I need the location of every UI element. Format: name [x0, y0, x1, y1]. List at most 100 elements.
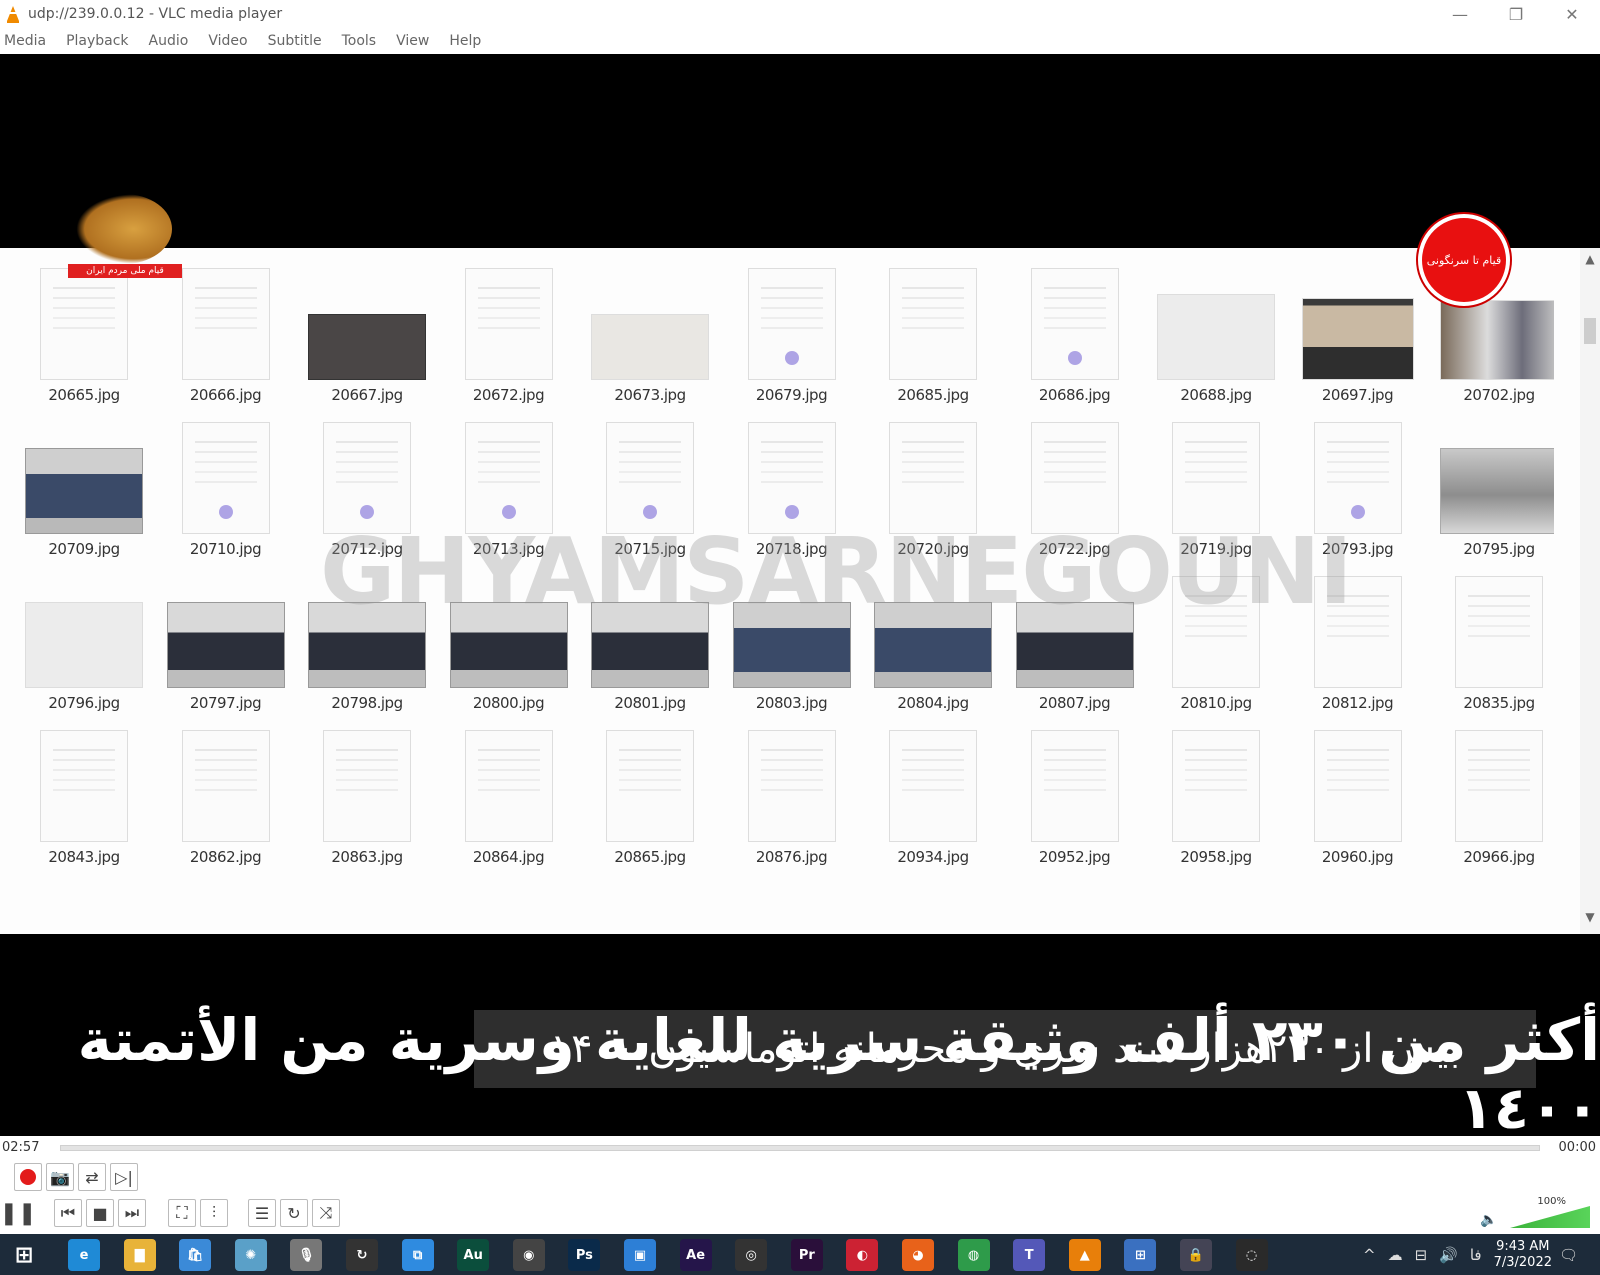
frame-step-button[interactable]: ▷|	[110, 1163, 138, 1191]
file-name: 20709.jpg	[48, 540, 120, 558]
menu-subtitle[interactable]: Subtitle	[268, 33, 322, 49]
record-icon	[20, 1169, 36, 1185]
scroll-up-icon: ▲	[1585, 252, 1595, 266]
app-bird-icon[interactable]: ✺	[234, 1239, 267, 1271]
menu-bar: Media Playback Audio Video Subtitle Tool…	[0, 28, 1600, 54]
close-button[interactable]: ✕	[1544, 0, 1600, 28]
chrome-like-icon[interactable]: ◐	[846, 1239, 879, 1271]
start-button[interactable]: ⊞	[8, 1239, 40, 1271]
menu-tools[interactable]: Tools	[342, 33, 377, 49]
volume-level-fill	[1510, 1206, 1590, 1228]
loop-ab-icon: ⇄	[85, 1167, 99, 1187]
audition-icon[interactable]: Au	[457, 1239, 490, 1271]
menu-playback[interactable]: Playback	[66, 33, 128, 49]
lion-icon	[76, 194, 172, 264]
file-name: 20672.jpg	[472, 386, 545, 404]
restore-button[interactable]: ❐	[1488, 0, 1544, 28]
file-name: 20812.jpg	[1321, 694, 1394, 712]
obs-icon[interactable]: ◎	[735, 1239, 768, 1271]
file-thumbnail	[889, 730, 977, 842]
after-effects-icon[interactable]: Ae	[679, 1239, 712, 1271]
network-app-icon[interactable]: ⊞	[1124, 1239, 1157, 1271]
file-tile-partial	[1429, 874, 1554, 934]
file-name: 20795.jpg	[1463, 540, 1535, 558]
menu-video[interactable]: Video	[208, 33, 247, 49]
frame-step-icon: ▷|	[115, 1167, 133, 1187]
lion-logo-banner: قیام ملی مردم ایران	[68, 264, 182, 278]
mic-icon[interactable]: 🎙	[290, 1239, 323, 1271]
remaining-time[interactable]: 00:00	[1559, 1140, 1596, 1155]
spinner-icon[interactable]: ↻	[346, 1239, 378, 1271]
record-button[interactable]	[14, 1163, 42, 1191]
loop-button[interactable]: ↻	[280, 1199, 308, 1227]
video-surface[interactable]: 20665.jpg 20666.jpg 20667.jpg 20672.jpg 2067…	[0, 54, 1600, 1136]
extended-settings-button[interactable]: ⫶	[200, 1199, 228, 1227]
edge-icon[interactable]: e	[68, 1239, 100, 1271]
file-name: 20798.jpg	[331, 694, 403, 712]
fullscreen-button[interactable]: ⛶	[168, 1199, 196, 1227]
stop-button[interactable]: ■	[86, 1199, 114, 1227]
file-name: 20673.jpg	[614, 386, 686, 404]
file-name: 20679.jpg	[755, 386, 828, 404]
photoshop-icon[interactable]: Ps	[568, 1239, 601, 1271]
teams-icon[interactable]: T	[1013, 1239, 1046, 1271]
pause-button[interactable]: ❚❚	[0, 1199, 36, 1227]
chrome-icon[interactable]: ◍	[957, 1239, 990, 1271]
shuffle-button[interactable]: ⤨	[312, 1199, 340, 1227]
next-button[interactable]: ⏭	[118, 1199, 146, 1227]
file-name: 20697.jpg	[1321, 386, 1394, 404]
file-name: 20797.jpg	[189, 694, 262, 712]
vpn-icon[interactable]: 🔒	[1180, 1239, 1212, 1271]
file-tile: 20797.jpg	[156, 566, 296, 718]
notification-icon[interactable]: 🗨	[1559, 1246, 1578, 1264]
lion-sun-logo: قیام ملی مردم ایران	[68, 194, 182, 284]
seek-slider[interactable]	[60, 1145, 1540, 1151]
file-thumbnail	[1030, 730, 1119, 842]
minimize-button[interactable]: —	[1432, 0, 1488, 28]
tray-chevron-icon[interactable]: ^	[1363, 1246, 1376, 1264]
menu-view[interactable]: View	[396, 33, 429, 49]
file-thumbnail	[25, 602, 143, 688]
menu-media[interactable]: Media	[4, 33, 46, 49]
file-thumbnail	[591, 314, 709, 380]
language-indicator[interactable]: فا	[1470, 1246, 1482, 1264]
file-thumbnail	[40, 268, 128, 380]
seek-bar-area: 02:57 00:00	[0, 1136, 1600, 1158]
obs-studio-icon[interactable]: ◌	[1235, 1239, 1268, 1271]
captured-file-browser: 20665.jpg 20666.jpg 20667.jpg 20672.jpg 2067…	[0, 248, 1600, 1088]
premiere-icon[interactable]: Pr	[790, 1239, 823, 1271]
file-tile-partial	[863, 874, 1003, 934]
window-title: udp://239.0.0.12 - VLC media player	[28, 6, 283, 22]
volume-slider[interactable]: 🔈 100%	[1480, 1196, 1590, 1230]
davinci-icon[interactable]: ◉	[512, 1239, 545, 1271]
onedrive-icon[interactable]: ☁	[1388, 1246, 1403, 1264]
file-thumbnail	[1030, 268, 1119, 380]
vlc-icon[interactable]: ▲	[1068, 1239, 1101, 1271]
clock[interactable]: 9:43 AM 7/3/2022	[1494, 1239, 1552, 1271]
remote-desktop-icon[interactable]: ⧉	[401, 1239, 434, 1271]
scroll-thumb	[1584, 318, 1596, 344]
snapshot-button[interactable]: 📷	[46, 1163, 74, 1191]
file-name: 20835.jpg	[1463, 694, 1535, 712]
file-name: 20800.jpg	[472, 694, 545, 712]
menu-help[interactable]: Help	[449, 33, 481, 49]
playlist-button[interactable]: ☰	[248, 1199, 276, 1227]
file-name: 20810.jpg	[1180, 694, 1252, 712]
network-icon[interactable]: ⊟	[1415, 1246, 1428, 1264]
file-thumbnail	[889, 268, 977, 380]
display-icon[interactable]: ▣	[624, 1239, 656, 1271]
previous-button[interactable]: ⏮	[54, 1199, 82, 1227]
firefox-icon[interactable]: ◕	[902, 1239, 934, 1271]
loop-ab-button[interactable]: ⇄	[78, 1163, 106, 1191]
scroll-down-icon: ▼	[1585, 910, 1595, 924]
file-name: 20960.jpg	[1321, 848, 1394, 866]
volume-tray-icon[interactable]: 🔊	[1439, 1246, 1458, 1264]
file-tile: 20679.jpg	[722, 258, 862, 410]
file-tile-partial	[297, 874, 437, 934]
explorer-icon[interactable]: ▇	[123, 1239, 156, 1271]
menu-audio[interactable]: Audio	[149, 33, 189, 49]
store-icon[interactable]: 🛍	[179, 1239, 212, 1271]
file-tile: 20865.jpg	[580, 720, 720, 872]
file-name: 20863.jpg	[331, 848, 403, 866]
windows-logo-icon: ⊞	[14, 1242, 34, 1268]
